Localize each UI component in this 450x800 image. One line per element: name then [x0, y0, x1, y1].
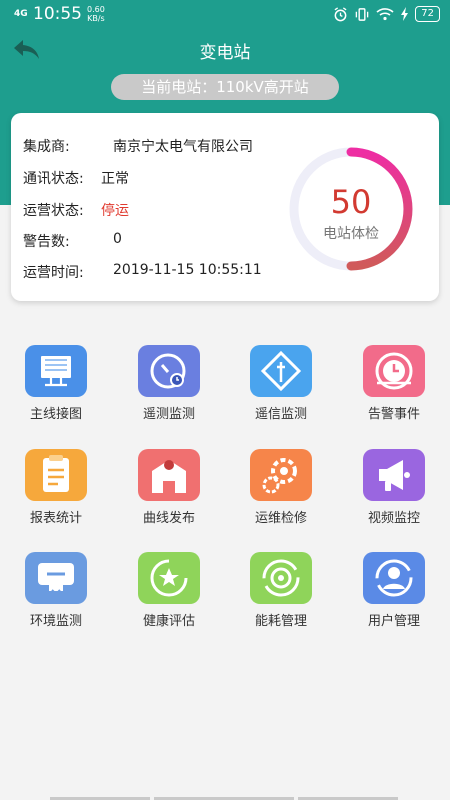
- menu-item-label: 曲线发布: [142, 511, 195, 526]
- menu-item-6[interactable]: 曲线发布: [119, 449, 219, 545]
- menu-item-label: 报表统计: [29, 511, 82, 526]
- comm-status-row: 通讯状态: 正常: [23, 168, 129, 188]
- menu-item-1[interactable]: 主线接图: [6, 345, 106, 441]
- report-icon: [25, 449, 87, 501]
- alarm-count-value: 0: [113, 231, 122, 247]
- net-speed-value: 0.60: [87, 5, 105, 14]
- environment-monitor-icon: [25, 552, 87, 604]
- menu-item-label: 运维检修: [254, 511, 307, 526]
- status-bar: 4G 10:55 0.60 KB/s 72: [0, 0, 450, 30]
- alarm-clock-icon: [363, 345, 425, 397]
- comm-status-label: 通讯状态:: [23, 171, 84, 187]
- menu-item-8[interactable]: 视频监控: [344, 449, 444, 545]
- menu-item-9[interactable]: 环境监测: [6, 552, 106, 648]
- integrator-value: 南京宁太电气有限公司: [113, 139, 253, 155]
- menu-item-label: 遥测监测: [142, 407, 195, 422]
- telemetry-gauge-icon: [138, 345, 200, 397]
- menu-item-7[interactable]: 运维检修: [231, 449, 331, 545]
- net-speed-unit: KB/s: [87, 14, 105, 23]
- menu-item-label: 健康评估: [142, 614, 195, 629]
- battery-icon: 72: [415, 6, 440, 22]
- health-check-label: 电站体检: [323, 226, 379, 242]
- location-map-icon: [138, 449, 200, 501]
- wiring-diagram-icon: [25, 345, 87, 397]
- network-indicator: 4G: [14, 8, 28, 19]
- alarm-icon: [334, 6, 347, 21]
- menu-item-label: 遥信监测: [254, 407, 307, 422]
- health-score: 50: [330, 183, 372, 221]
- integrator-label: 集成商:: [23, 139, 70, 155]
- operation-status-value: 停运: [101, 203, 129, 219]
- current-station-selector[interactable]: 当前电站：110kV高开站: [111, 74, 339, 100]
- menu-item-11[interactable]: 能耗管理: [231, 552, 331, 648]
- net-speed: 0.60 KB/s: [87, 5, 105, 23]
- menu-item-label: 用户管理: [367, 614, 420, 629]
- menu-item-10[interactable]: 健康评估: [119, 552, 219, 648]
- operation-time-label: 运营时间:: [23, 265, 84, 281]
- alarm-count-row: 警告数: 0: [23, 231, 122, 251]
- integrator-row: 集成商: 南京宁太电气有限公司: [23, 136, 253, 156]
- operation-time-value: 2019-11-15 10:55:11: [113, 262, 262, 278]
- health-star-icon: [138, 552, 200, 604]
- menu-item-5[interactable]: 报表统计: [6, 449, 106, 545]
- vibrate-icon: [355, 7, 369, 21]
- megaphone-icon: [363, 449, 425, 501]
- menu-item-3[interactable]: 遥信监测: [231, 345, 331, 441]
- comm-status-value: 正常: [101, 171, 129, 187]
- operation-status-label: 运营状态:: [23, 203, 84, 219]
- energy-icon: [250, 552, 312, 604]
- user-icon: [363, 552, 425, 604]
- page-title: 变电站: [199, 43, 251, 63]
- menu-item-label: 环境监测: [29, 614, 82, 629]
- menu-item-label: 主线接图: [29, 407, 82, 422]
- menu-item-4[interactable]: 告警事件: [344, 345, 444, 441]
- menu-item-label: 能耗管理: [254, 614, 307, 629]
- station-info-card: 集成商: 南京宁太电气有限公司 通讯状态: 正常 运营状态: 停运 警告数: 0…: [11, 113, 439, 301]
- maintenance-gear-icon: [250, 449, 312, 501]
- menu-item-2[interactable]: 遥测监测: [119, 345, 219, 441]
- clock: 10:55: [33, 4, 82, 24]
- alarm-count-label: 警告数:: [23, 234, 70, 250]
- wifi-icon: [376, 8, 394, 21]
- signal-transfer-icon: [250, 345, 312, 397]
- menu-item-12[interactable]: 用户管理: [344, 552, 444, 648]
- menu-item-label: 告警事件: [367, 407, 420, 422]
- operation-status-row: 运营状态: 停运: [23, 200, 129, 220]
- operation-time-row: 运营时间: 2019-11-15 10:55:11: [23, 262, 262, 282]
- charging-icon: [401, 7, 409, 21]
- menu-item-label: 视频监控: [367, 511, 420, 526]
